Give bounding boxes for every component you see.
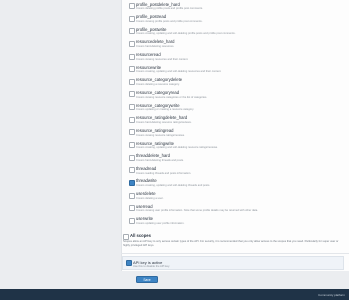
scope-name: threadwrite: [136, 178, 157, 184]
scope-description: Covers viewing user profile information.…: [136, 209, 259, 213]
scope-option[interactable]: profile_postwrite Covers creating, updati…: [129, 25, 344, 38]
scope-name: resource_categorywrite: [136, 102, 180, 108]
scope-option[interactable]: userdelete Covers deleting a user.: [129, 190, 344, 203]
scope-option[interactable]: profile_postdelete_hard Covers deleting p…: [129, 0, 344, 13]
scope-description: Covers creating, updating and soft-delet…: [136, 32, 236, 36]
scope-option[interactable]: userread Covers viewing user profile info…: [129, 202, 344, 215]
scope-option[interactable]: threaddelete_hard Covers hard-deleting th…: [129, 152, 344, 165]
divider: [121, 253, 349, 254]
scope-description: Covers updating or creating a resource c…: [136, 108, 195, 112]
scope-checkbox[interactable]: [129, 28, 135, 35]
scope-description: Covers deleting a user.: [136, 196, 164, 200]
scope-description: Covers viewing resource ratings/reviews.: [136, 133, 185, 137]
scope-description: Covers hard-deleting resource ratings/re…: [136, 120, 192, 124]
scope-name: resourcewrite: [136, 64, 162, 70]
scope-description: Covers creating, updating and soft-delet…: [136, 70, 222, 74]
scope-option[interactable]: resource_categorywrite Covers updating or…: [129, 101, 344, 114]
scope-description: Covers viewing resource categories or th…: [136, 95, 208, 99]
scope-name: userdelete: [136, 191, 156, 197]
scope-checkbox[interactable]: [129, 192, 135, 199]
api-key-active-option[interactable]: API key is active Use this to disable th…: [122, 256, 344, 270]
api-key-active-label: API key is active: [133, 259, 163, 265]
page-footer: Community platform: [0, 289, 349, 300]
scope-option[interactable]: resourceread Covers viewing resources and…: [129, 51, 344, 64]
scope-option[interactable]: resource_ratingread Covers viewing resour…: [129, 126, 344, 139]
scope-option[interactable]: resource_categoryread Covers viewing reso…: [129, 88, 344, 101]
scope-description: Covers viewing profile posts and profile…: [136, 19, 203, 23]
scope-checkbox[interactable]: [129, 154, 135, 161]
all-scopes-checkbox[interactable]: [123, 233, 129, 240]
scope-option[interactable]: userwrite Covers updating user profile in…: [129, 215, 344, 228]
scope-description: Covers deleting profile posts and profil…: [136, 7, 203, 11]
scope-name: resource_ratingread: [136, 127, 174, 133]
scope-description: Covers updating user profile information…: [136, 222, 185, 226]
scope-name: profile_postdelete_hard: [136, 1, 180, 7]
scope-option[interactable]: resourcewrite Covers creating, updating a…: [129, 63, 344, 76]
scope-name: threaddelete_hard: [136, 153, 170, 159]
scope-checkbox[interactable]: [129, 91, 135, 98]
scope-name: resource_categoryread: [136, 89, 180, 95]
save-button[interactable]: Save: [136, 276, 158, 283]
scope-list: profile_postdelete_hard Covers deleting p…: [129, 0, 344, 228]
scope-checkbox[interactable]: [129, 104, 135, 111]
all-scopes-label: All scopes: [130, 233, 151, 238]
scope-description: Covers hard-deleting threads and posts.: [136, 158, 184, 162]
scope-option[interactable]: resource_ratingwrite Covers creating, upd…: [129, 139, 344, 152]
scope-option[interactable]: resource_categorydelete Covers deleting a…: [129, 76, 344, 89]
scope-name: profile_postread: [136, 14, 167, 20]
scope-description: Covers creating, updating and soft-delet…: [136, 184, 211, 188]
scope-checkbox[interactable]: [129, 205, 135, 212]
scope-description: Covers reading threads and posts informa…: [136, 171, 192, 175]
scope-description: Covers deleting a resource category.: [136, 83, 180, 87]
scope-checkbox[interactable]: [129, 3, 135, 9]
scopes-explanation: Scopes allow an API key to only access c…: [123, 240, 339, 248]
scope-checkbox[interactable]: [129, 179, 135, 186]
scope-name: threadread: [136, 165, 157, 171]
scope-name: resource_categorydelete: [136, 77, 183, 83]
scope-option[interactable]: threadread Covers reading threads and pos…: [129, 164, 344, 177]
api-key-active-hint: Use this to disable the API key.: [133, 265, 170, 269]
scope-checkbox[interactable]: [129, 15, 135, 22]
scope-description: Covers hard-deleting resources.: [136, 45, 175, 49]
scope-name: resource_ratingwrite: [136, 140, 174, 146]
scope-name: resourceread: [136, 52, 161, 58]
scope-checkbox[interactable]: [129, 40, 135, 47]
scope-checkbox[interactable]: [129, 167, 135, 174]
scope-option[interactable]: resource_ratingdelete_hard Covers hard-de…: [129, 114, 344, 127]
scope-checkbox[interactable]: [129, 78, 135, 85]
scope-option[interactable]: resourcedelete_hard Covers hard-deleting …: [129, 38, 344, 51]
scope-description: Covers viewing resources and their conte…: [136, 57, 189, 61]
api-key-active-checkbox[interactable]: [126, 260, 132, 266]
scope-checkbox[interactable]: [129, 116, 135, 123]
scope-checkbox[interactable]: [129, 129, 135, 136]
scope-name: userwrite: [136, 216, 153, 222]
all-scopes-option[interactable]: All scopes: [123, 232, 343, 240]
scope-name: resource_ratingdelete_hard: [136, 115, 188, 121]
footer-link[interactable]: Community platform: [318, 293, 345, 297]
scope-name: resourcedelete_hard: [136, 39, 175, 45]
scope-checkbox[interactable]: [129, 142, 135, 149]
scope-checkbox[interactable]: [129, 66, 135, 73]
scope-description: Covers creating, updating and soft-delet…: [136, 146, 218, 150]
scope-option[interactable]: profile_postread Covers viewing profile p…: [129, 13, 344, 26]
scope-checkbox[interactable]: [129, 217, 135, 224]
scope-option[interactable]: threadwrite Covers creating, updating and…: [129, 177, 344, 190]
scope-name: userread: [136, 203, 153, 209]
scope-checkbox[interactable]: [129, 53, 135, 60]
